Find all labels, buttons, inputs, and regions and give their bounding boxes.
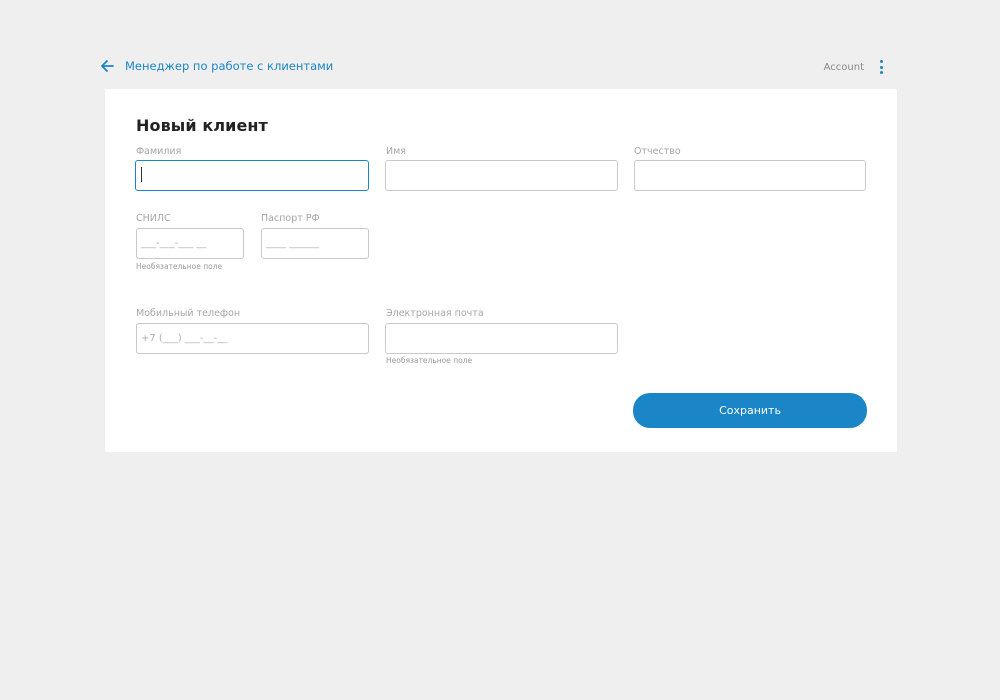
save-button[interactable]: Сохранить bbox=[633, 393, 867, 428]
new-client-card: Новый клиент Фамилия Имя Отчество СНИЛС … bbox=[105, 89, 897, 452]
account-link[interactable]: Account bbox=[824, 62, 864, 73]
phone-field[interactable]: +7 (___) ___-__-__ bbox=[136, 323, 369, 354]
passport-label: Паспорт РФ bbox=[261, 213, 320, 224]
page-title: Новый клиент bbox=[136, 116, 268, 135]
last-name-label: Фамилия bbox=[136, 146, 182, 157]
back-link[interactable]: Менеджер по работе с клиентами bbox=[99, 58, 333, 74]
email-field[interactable] bbox=[385, 323, 618, 354]
text-caret bbox=[141, 167, 142, 182]
email-optional-hint: Необязательное поле bbox=[386, 356, 473, 365]
more-vertical-icon[interactable] bbox=[877, 60, 885, 76]
passport-field[interactable]: ____ ______ bbox=[261, 228, 369, 259]
back-link-label[interactable]: Менеджер по работе с клиентами bbox=[125, 59, 333, 73]
first-name-field[interactable] bbox=[385, 160, 618, 191]
phone-label: Мобильный телефон bbox=[136, 308, 241, 319]
snils-label: СНИЛС bbox=[136, 213, 171, 224]
last-name-field[interactable] bbox=[135, 160, 369, 191]
snils-optional-hint: Необязательное поле bbox=[136, 262, 223, 271]
email-label: Электронная почта bbox=[386, 308, 484, 319]
patronymic-field[interactable] bbox=[634, 160, 866, 191]
arrow-left-icon[interactable] bbox=[99, 58, 115, 74]
patronymic-label: Отчество bbox=[634, 146, 681, 157]
first-name-label: Имя bbox=[386, 146, 406, 157]
top-bar: Менеджер по работе с клиентами Account bbox=[0, 0, 1000, 88]
snils-field[interactable]: ___-___-___ __ bbox=[136, 228, 244, 259]
